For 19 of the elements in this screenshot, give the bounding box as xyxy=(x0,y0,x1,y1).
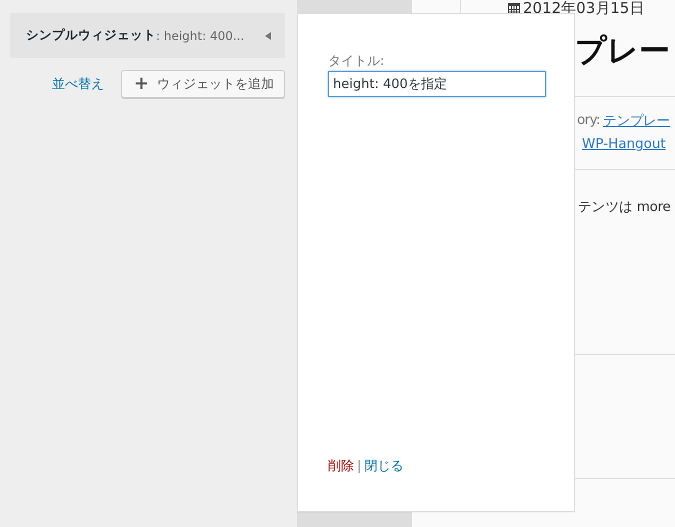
category-link[interactable]: テンプレー xyxy=(602,112,670,130)
post-date: 2012年03月15日 xyxy=(523,0,644,18)
calendar-icon xyxy=(508,2,520,15)
post-content: テンツは more xyxy=(578,198,671,216)
widget-header[interactable]: シンプルウィジェット: height: 400... xyxy=(10,13,285,58)
tag-link[interactable]: WP-Hangout xyxy=(582,136,666,152)
add-widget-button[interactable]: + ウィジェットを追加 xyxy=(120,70,285,98)
close-link[interactable]: 閉じる xyxy=(364,457,404,475)
delete-link[interactable]: 削除 xyxy=(328,457,354,475)
reorder-link[interactable]: 並べ替え xyxy=(52,75,104,93)
title-label: タイトル: xyxy=(328,53,386,70)
widget-title: : height: 400... xyxy=(156,28,244,42)
caret-icon[interactable] xyxy=(265,32,271,40)
post-heading: プレー xyxy=(575,32,670,71)
widget-name: シンプルウィジェット xyxy=(26,27,156,44)
title-input[interactable]: height: 400を指定 xyxy=(328,71,546,97)
plus-icon: + xyxy=(134,75,149,93)
link-separator: | xyxy=(357,458,362,474)
category-label: ory: xyxy=(577,112,600,130)
